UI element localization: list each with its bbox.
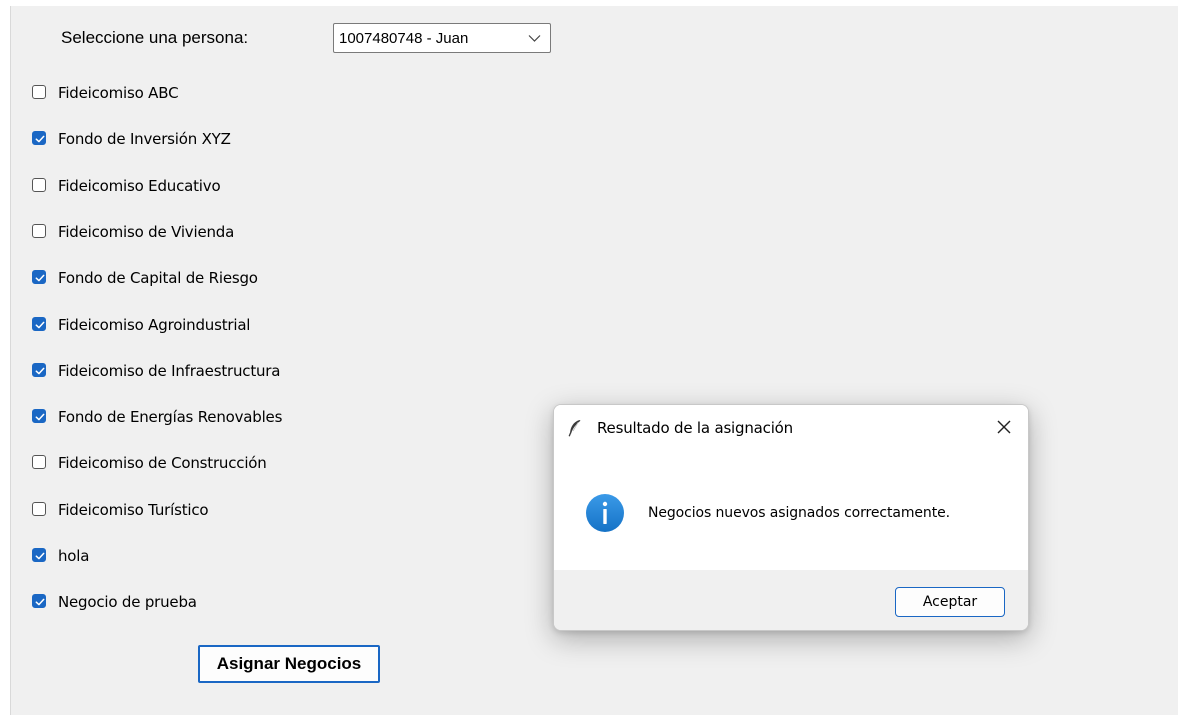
person-label: Seleccione una persona: (61, 28, 249, 47)
result-dialog: Resultado de la asignación Negocios nuev… (553, 404, 1029, 631)
checkmark-icon (35, 135, 45, 143)
business-checkbox-label: Fideicomiso Agroindustrial (58, 316, 251, 334)
assign-businesses-button[interactable]: Asignar Negocios (198, 645, 380, 683)
close-icon[interactable] (992, 415, 1016, 439)
business-checkbox-label: Fondo de Capital de Riesgo (58, 269, 258, 287)
chevron-down-icon (528, 35, 541, 42)
business-checkbox-label: Fondo de Energías Renovables (58, 408, 283, 426)
person-combobox[interactable]: 1007480748 - Juan (333, 23, 551, 53)
checkmark-icon (35, 552, 45, 560)
checkmark-icon (35, 274, 45, 282)
checkbox-checked[interactable] (32, 363, 46, 377)
info-icon (586, 494, 624, 532)
dialog-titlebar[interactable]: Resultado de la asignación (554, 405, 1028, 451)
checkbox-unchecked[interactable] (32, 224, 46, 238)
accept-button[interactable]: Aceptar (895, 587, 1005, 617)
window-left-border (0, 0, 11, 715)
business-checkbox-label: Fideicomiso Turístico (58, 501, 209, 519)
checkmark-icon (35, 321, 45, 329)
business-checkbox-label: hola (58, 547, 90, 565)
business-checkbox-label: Fondo de Inversión XYZ (58, 130, 231, 148)
checkbox-checked[interactable] (32, 317, 46, 331)
checkmark-icon (35, 598, 45, 606)
business-checkbox-label: Fideicomiso de Vivienda (58, 223, 235, 241)
business-checkbox-label: Fideicomiso de Construcción (58, 454, 267, 472)
checkmark-icon (35, 413, 45, 421)
business-checkbox-label: Fideicomiso ABC (58, 84, 179, 102)
checkbox-checked[interactable] (32, 131, 46, 145)
checkbox-checked[interactable] (32, 548, 46, 562)
business-checkbox-label: Fideicomiso Educativo (58, 177, 221, 195)
checkbox-checked[interactable] (32, 594, 46, 608)
feather-icon (568, 420, 581, 437)
dialog-footer: Aceptar (554, 570, 1028, 630)
business-checkbox-label: Fideicomiso de Infraestructura (58, 362, 281, 380)
dialog-title: Resultado de la asignación (597, 419, 793, 437)
person-combobox-value: 1007480748 - Juan (339, 30, 469, 47)
checkbox-checked[interactable] (32, 270, 46, 284)
checkbox-unchecked[interactable] (32, 502, 46, 516)
checkmark-icon (35, 367, 45, 375)
checkbox-unchecked[interactable] (32, 85, 46, 99)
dialog-message: Negocios nuevos asignados correctamente. (648, 505, 950, 521)
checkbox-unchecked[interactable] (32, 455, 46, 469)
business-checkbox-label: Negocio de prueba (58, 593, 197, 611)
main-window: Seleccione una persona: 1007480748 - Jua… (0, 0, 1178, 715)
window-top-border (10, 0, 1178, 6)
checkbox-unchecked[interactable] (32, 178, 46, 192)
dialog-body: Negocios nuevos asignados correctamente. (554, 451, 1028, 570)
checkbox-checked[interactable] (32, 409, 46, 423)
